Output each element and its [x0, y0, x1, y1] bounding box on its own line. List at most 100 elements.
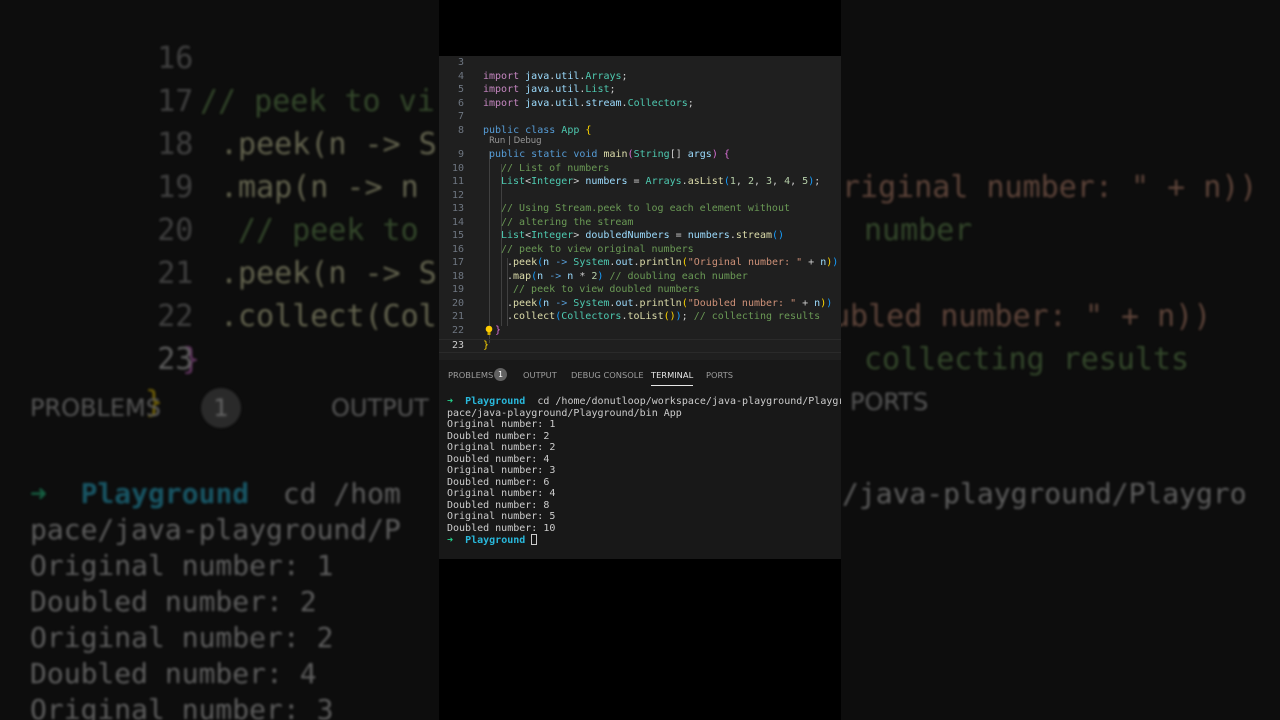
- code-line: 22}: [439, 324, 841, 338]
- terminal-line: Original number: 1: [447, 419, 556, 430]
- terminal-line: Doubled number: 8: [447, 499, 550, 511]
- tab-terminal[interactable]: TERMINAL: [651, 368, 694, 386]
- bg-tab: PORTS: [850, 388, 929, 416]
- code-line: 16 // peek to view original numbers: [439, 243, 841, 257]
- tab-ports[interactable]: PORTS: [706, 368, 733, 382]
- code-text: .peek(n -> System.out.println("Doubled n…: [507, 297, 833, 309]
- terminal-line: Doubled number: 4: [447, 453, 550, 465]
- code-editor[interactable]: 3 4 import java.util.Arrays; 5 import java…: [439, 56, 841, 360]
- prompt-arrow: ➜: [447, 396, 454, 407]
- code-text: // Using Stream.peek to log each element…: [501, 203, 790, 214]
- code-text: .map(n -> n * 2) // doubling each number: [507, 270, 748, 282]
- bg-tab: OUTPUT: [330, 394, 429, 422]
- code-line: 21 .collect(Collectors.toList()); // coll…: [439, 310, 841, 324]
- code-line: 8 public class App {: [439, 124, 841, 138]
- line-number: 5: [457, 84, 464, 95]
- code-text: import java.util.List;: [483, 84, 616, 95]
- code-text: }: [483, 340, 490, 351]
- bg-tab: PROBLEMS: [30, 394, 161, 422]
- line-number: 6: [457, 97, 464, 109]
- code-line: 23}: [439, 339, 841, 353]
- code-line: 10 // List of numbers: [439, 162, 841, 176]
- line-number: 15: [451, 230, 464, 241]
- code-line: 7: [439, 110, 841, 124]
- terminal-line: Doubled number: 6: [447, 476, 550, 488]
- line-number: 17: [451, 257, 464, 268]
- terminal-line: Doubled number: 10: [447, 522, 556, 534]
- line-number: 4: [457, 70, 464, 82]
- line-number: 12: [451, 189, 464, 201]
- terminal-line: Original number: 3: [447, 465, 556, 476]
- terminal-line: Doubled number: 2: [447, 430, 550, 442]
- bg-prompt-dir: Playground: [80, 477, 250, 510]
- line-number: 19: [451, 284, 464, 295]
- code-text: // peek to view doubled numbers: [513, 284, 700, 295]
- code-text: List<Integer> numbers = Arrays.asList(1,…: [501, 176, 821, 187]
- terminal-command-wrap: pace/java-playground/Playground/bin App: [447, 407, 682, 419]
- bottom-panel: PROBLEMS 1 OUTPUT DEBUG CONSOLE TERMINAL…: [439, 360, 841, 559]
- code-text: // List of numbers: [501, 162, 610, 174]
- line-number: 21: [451, 311, 464, 322]
- line-number: 11: [451, 176, 464, 187]
- tab-problems[interactable]: PROBLEMS: [448, 368, 493, 382]
- terminal-command: cd /home/donutloop/workspace/java-playgr…: [531, 396, 841, 407]
- prompt-directory: Playground: [465, 396, 526, 407]
- line-number: 14: [451, 216, 464, 228]
- code-line: 20 .peek(n -> System.out.println("Doubled…: [439, 297, 841, 311]
- code-text: // altering the stream: [501, 216, 634, 228]
- code-line: 12: [439, 189, 841, 203]
- bg-line-number: 23: [157, 342, 194, 377]
- terminal-line: Original number: 5: [447, 511, 556, 522]
- code-text: .peek(n -> System.out.println("Original …: [507, 257, 839, 268]
- line-number: 9: [457, 149, 464, 160]
- bg-term-line: pace/java-playground/P: [30, 513, 401, 546]
- bg-prompt-arrow: ➜: [30, 477, 47, 510]
- prompt-directory: Playground: [465, 535, 526, 546]
- code-text: List<Integer> doubledNumbers = numbers.s…: [501, 230, 785, 241]
- code-text: // peek to view original numbers: [501, 243, 694, 255]
- bg-term-line: Original number: 3: [30, 693, 334, 720]
- code-text: import java.util.stream.Collectors;: [483, 97, 694, 109]
- code-line: 17 .peek(n -> System.out.println("Origina…: [439, 256, 841, 270]
- code-line: 19 // peek to view doubled numbers: [439, 283, 841, 297]
- code-text: public static void main(String[] args) {: [489, 149, 730, 160]
- codelens-run-debug[interactable]: Run | Debug: [489, 136, 542, 146]
- code-line: 18 .map(n -> n * 2) // doubling each numb…: [439, 270, 841, 284]
- line-number: 18: [451, 270, 464, 282]
- line-number: 8: [457, 124, 464, 136]
- line-number: 16: [451, 243, 464, 255]
- video-frame: 3 4 import java.util.Arrays; 5 import java…: [439, 0, 841, 720]
- bg-term-line: Original number: 2: [30, 621, 334, 654]
- lightbulb-icon[interactable]: [485, 325, 493, 336]
- line-number: 22: [451, 324, 464, 336]
- bg-term-line: Doubled number: 4: [30, 657, 317, 690]
- bg-prompt-cmd-right: /java-playground/Playgro: [842, 477, 1247, 510]
- prompt-arrow: ➜: [447, 535, 454, 546]
- code-text: import java.util.Arrays;: [483, 70, 628, 82]
- problems-count-badge: 1: [494, 368, 507, 381]
- code-line: 5 import java.util.List;: [439, 83, 841, 97]
- code-text: }: [495, 324, 502, 336]
- code-line: 11 List<Integer> numbers = Arrays.asList(…: [439, 175, 841, 189]
- bg-prompt-cmd: cd /hom: [282, 477, 401, 510]
- code-line: 6 import java.util.stream.Collectors;: [439, 97, 841, 111]
- terminal-output[interactable]: ➜ Playground cd /home/donutloop/workspac…: [447, 396, 841, 547]
- line-number: 13: [451, 203, 464, 214]
- line-number: 10: [451, 162, 464, 174]
- terminal-line: Original number: 2: [447, 442, 556, 453]
- bg-term-line: Doubled number: 2: [30, 585, 317, 618]
- code-line: 4 import java.util.Arrays;: [439, 70, 841, 84]
- code-line: 14 // altering the stream: [439, 216, 841, 230]
- line-number: 3: [457, 57, 464, 68]
- tab-debug-console[interactable]: DEBUG CONSOLE: [571, 368, 644, 382]
- tab-output[interactable]: OUTPUT: [523, 368, 557, 382]
- terminal-line: Original number: 4: [447, 488, 556, 499]
- code-line: 9 public static void main(String[] args) …: [439, 148, 841, 162]
- bg-badge: 1: [200, 388, 241, 428]
- code-text: .collect(Collectors.toList()); // collec…: [507, 311, 821, 322]
- code-line: 15 List<Integer> doubledNumbers = numbers…: [439, 229, 841, 243]
- terminal-cursor: [531, 534, 538, 545]
- bg-code-fragment: collecting results: [864, 342, 1190, 377]
- line-number: 20: [451, 297, 464, 309]
- line-number: 23: [451, 340, 464, 351]
